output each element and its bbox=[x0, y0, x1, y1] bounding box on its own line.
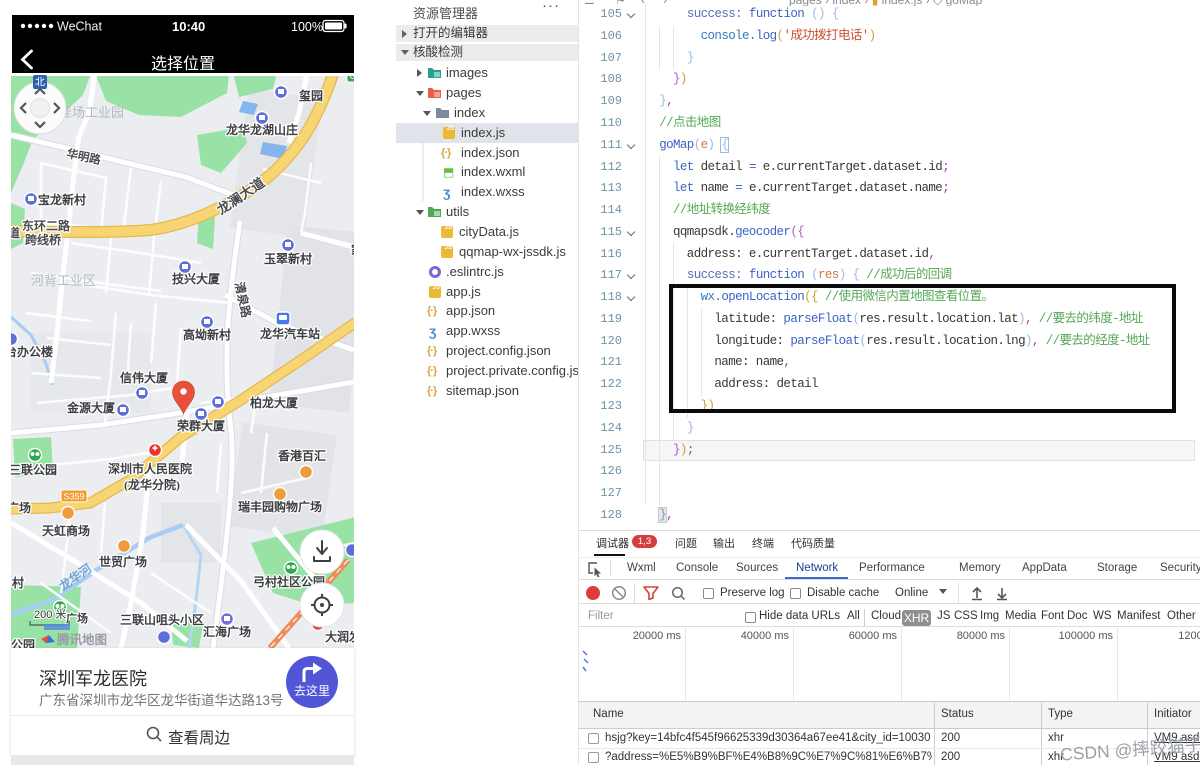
svg-text:腾讯地图: 腾讯地图 bbox=[56, 629, 107, 648]
svg-text:三联公园: 三联公园 bbox=[11, 461, 57, 478]
svg-text:香港百汇: 香港百汇 bbox=[277, 447, 326, 464]
svg-text:10:40: 10:40 bbox=[172, 19, 205, 34]
svg-text:台办公楼: 台办公楼 bbox=[11, 343, 53, 360]
svg-text:龙华汽车站: 龙华汽车站 bbox=[260, 325, 320, 342]
svg-text:世贸广场: 世贸广场 bbox=[99, 553, 147, 570]
svg-text:玺园: 玺园 bbox=[299, 87, 323, 104]
svg-text:家: 家 bbox=[351, 241, 354, 258]
svg-text:金源大厦: 金源大厦 bbox=[66, 399, 116, 416]
svg-text:广场: 广场 bbox=[11, 499, 31, 516]
svg-text:100%: 100% bbox=[291, 20, 323, 34]
svg-text:北: 北 bbox=[35, 74, 45, 89]
svg-text:深圳市人民医院: 深圳市人民医院 bbox=[108, 460, 192, 477]
svg-text:S359: S359 bbox=[63, 492, 84, 502]
svg-text:选择位置: 选择位置 bbox=[151, 50, 215, 73]
svg-text:(龙华分院): (龙华分院) bbox=[124, 476, 180, 493]
svg-text:公园: 公园 bbox=[11, 636, 35, 648]
svg-text:跨线桥: 跨线桥 bbox=[25, 231, 62, 248]
svg-text:大润发: 大润发 bbox=[325, 628, 354, 645]
svg-text:200 米: 200 米 bbox=[34, 608, 66, 621]
svg-text:天虹商场: 天虹商场 bbox=[42, 522, 90, 539]
svg-text:宝龙新村: 宝龙新村 bbox=[38, 191, 86, 208]
svg-text:道: 道 bbox=[11, 224, 20, 241]
svg-text:信伟大厦: 信伟大厦 bbox=[120, 369, 169, 386]
svg-text:玉翠新村: 玉翠新村 bbox=[264, 250, 312, 267]
svg-text:技兴大厦: 技兴大厦 bbox=[172, 270, 221, 287]
svg-text:柏龙大厦: 柏龙大厦 bbox=[250, 394, 299, 411]
svg-text:三联山咀头小区: 三联山咀头小区 bbox=[120, 611, 204, 628]
svg-text:村: 村 bbox=[12, 574, 24, 591]
svg-text:河背工业区: 河背工业区 bbox=[31, 270, 96, 289]
svg-text:WeChat: WeChat bbox=[57, 20, 102, 34]
svg-text:去这里: 去这里 bbox=[294, 682, 330, 699]
